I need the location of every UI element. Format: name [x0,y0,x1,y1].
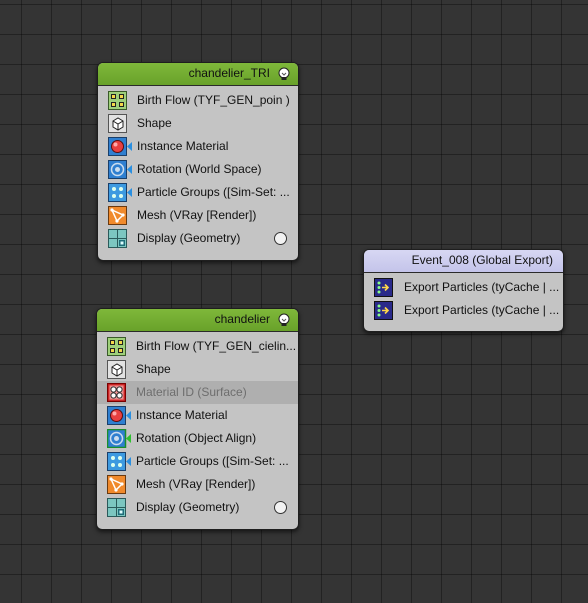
event-node-chandelier[interactable]: chandelier Birth Flow (TYF_GEN_cielin...… [96,308,299,530]
output-socket[interactable] [274,501,287,514]
export-particles-icon [374,301,393,320]
operator-birth-flow[interactable]: Birth Flow (TYF_GEN_cielin... [97,335,298,358]
operator-instance-material[interactable]: Instance Material [97,404,298,427]
material-id-icon [107,383,126,402]
particle-groups-icon [107,452,132,471]
operator-label: Birth Flow (TYF_GEN_poin ) [137,93,290,107]
event-node-chandelier-tri[interactable]: chandelier_TRI Birth Flow (TYF_GEN_poin … [97,62,299,261]
instance-material-icon [108,137,133,156]
display-icon [108,229,127,248]
operator-display[interactable]: Display (Geometry) [98,227,298,250]
rotation-icon [108,160,133,179]
event-node-header[interactable]: Event_008 (Global Export) [364,250,563,273]
operator-label: Mesh (VRay [Render]) [137,208,257,222]
operator-label: Rotation (World Space) [137,162,262,176]
mesh-icon [107,475,126,494]
rotation-icon [107,429,132,448]
shape-cube-icon [108,114,127,133]
operator-list: Birth Flow (TYF_GEN_cielin... Shape Mate… [97,332,298,523]
operator-label: Export Particles (tyCache | ... [404,280,560,294]
export-particles-icon [374,278,393,297]
operator-label: Material ID (Surface) [136,385,247,399]
operator-rotation[interactable]: Rotation (World Space) [98,158,298,181]
birth-flow-icon [107,337,126,356]
operator-particle-groups[interactable]: Particle Groups ([Sim-Set: ... [97,450,298,473]
operator-shape[interactable]: Shape [98,112,298,135]
operator-export-particles[interactable]: Export Particles (tyCache | ... [364,299,563,322]
operator-rotation[interactable]: Rotation (Object Align) [97,427,298,450]
birth-flow-icon [108,91,127,110]
operator-mesh[interactable]: Mesh (VRay [Render]) [98,204,298,227]
mesh-icon [108,206,127,225]
operator-label: Display (Geometry) [136,500,240,514]
operator-export-particles[interactable]: Export Particles (tyCache | ... [364,276,563,299]
operator-list: Export Particles (tyCache | ... Export P… [364,273,563,326]
operator-display[interactable]: Display (Geometry) [97,496,298,519]
operator-label: Instance Material [136,408,228,422]
global-event-node-export[interactable]: Event_008 (Global Export) Export Particl… [363,249,564,332]
operator-particle-groups[interactable]: Particle Groups ([Sim-Set: ... [98,181,298,204]
operator-label: Particle Groups ([Sim-Set: ... [136,454,289,468]
instance-material-icon [107,406,132,425]
event-node-title: chandelier [214,312,270,326]
operator-material-id[interactable]: Material ID (Surface) [97,381,298,404]
lightbulb-icon[interactable] [277,313,291,327]
output-socket[interactable] [274,232,287,245]
shape-cube-icon [107,360,126,379]
event-node-title: chandelier_TRI [188,66,270,80]
operator-label: Rotation (Object Align) [136,431,257,445]
operator-label: Display (Geometry) [137,231,241,245]
event-node-header[interactable]: chandelier [97,309,298,332]
operator-list: Birth Flow (TYF_GEN_poin ) Shape Instanc… [98,86,298,254]
lightbulb-icon[interactable] [277,67,291,81]
operator-label: Instance Material [137,139,229,153]
operator-label: Shape [136,362,171,376]
operator-label: Particle Groups ([Sim-Set: ... [137,185,290,199]
operator-label: Export Particles (tyCache | ... [404,303,560,317]
operator-label: Shape [137,116,172,130]
display-icon [107,498,126,517]
operator-mesh[interactable]: Mesh (VRay [Render]) [97,473,298,496]
operator-shape[interactable]: Shape [97,358,298,381]
operator-label: Mesh (VRay [Render]) [136,477,256,491]
operator-instance-material[interactable]: Instance Material [98,135,298,158]
operator-birth-flow[interactable]: Birth Flow (TYF_GEN_poin ) [98,89,298,112]
particle-groups-icon [108,183,133,202]
operator-label: Birth Flow (TYF_GEN_cielin... [136,339,297,353]
event-node-title: Event_008 (Global Export) [411,253,553,267]
event-node-header[interactable]: chandelier_TRI [98,63,298,86]
